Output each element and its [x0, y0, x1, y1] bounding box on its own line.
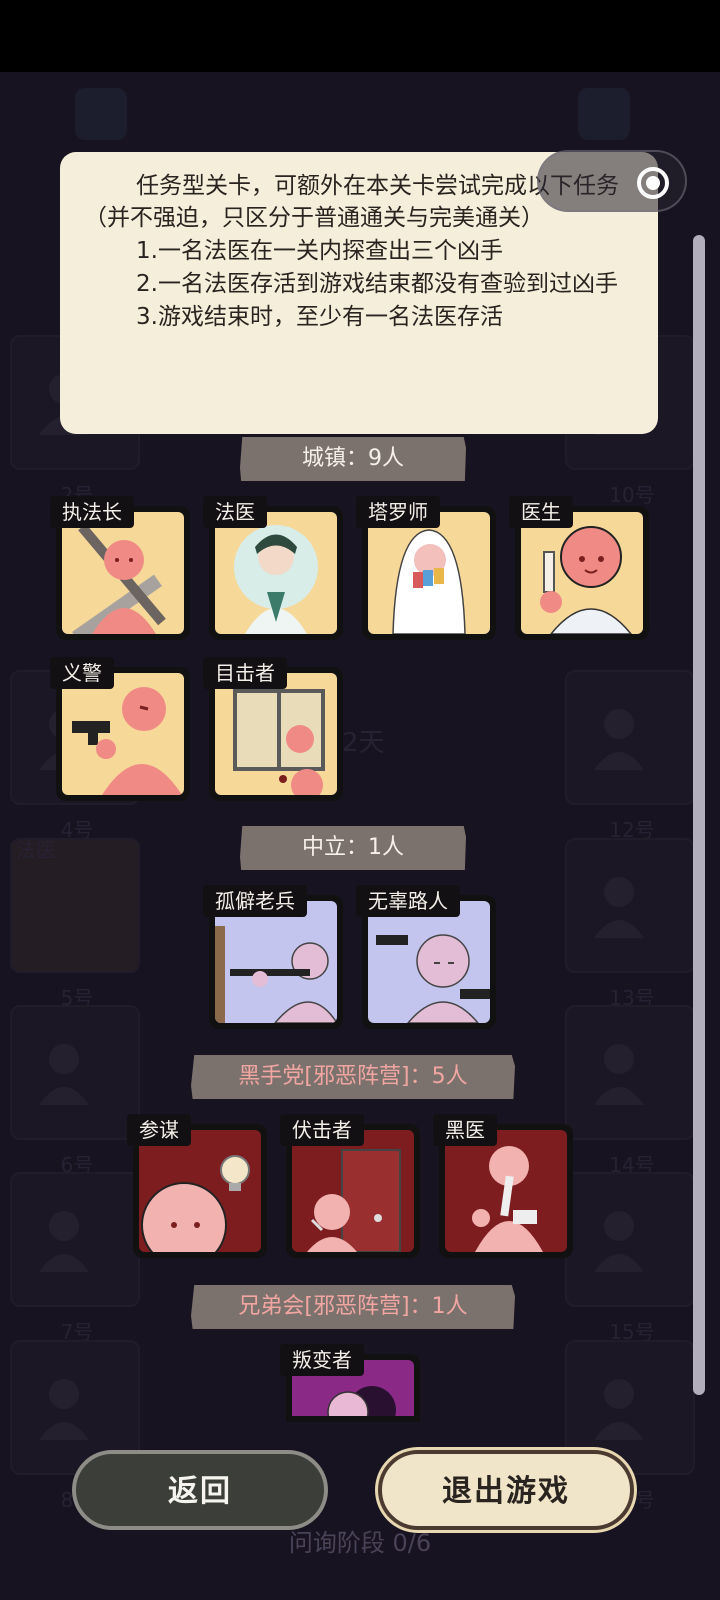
- strategist-portrait: [141, 1155, 250, 1252]
- role-name: 叛变者: [280, 1344, 364, 1376]
- role-card-traitor[interactable]: 叛变者: [280, 1344, 420, 1422]
- role-name: 目击者: [203, 657, 287, 689]
- section-blackhand: 黑手党[邪恶阵营]：5人: [191, 1055, 515, 1099]
- role-name: 孤僻老兵: [203, 885, 307, 917]
- section-brotherhood: 兄弟会[邪恶阵营]：1人: [191, 1285, 515, 1329]
- role-card-ambusher[interactable]: 伏击者: [280, 1114, 420, 1258]
- section-neutral: 中立：1人: [240, 826, 466, 870]
- scrollbar[interactable]: [693, 235, 705, 1395]
- status-bar: [0, 0, 720, 72]
- role-name: 法医: [203, 496, 267, 528]
- role-name: 参谋: [127, 1114, 191, 1146]
- bystander-portrait: [376, 934, 490, 1023]
- role-name: 无辜路人: [356, 885, 460, 917]
- role-card-doctor[interactable]: 医生: [509, 496, 649, 640]
- role-card-enforcer[interactable]: 执法长: [50, 496, 190, 640]
- role-name: 医生: [509, 496, 573, 528]
- phase-status: 问询阶段 0/6: [288, 1529, 432, 1557]
- role-card-coroner[interactable]: 法医: [203, 496, 343, 640]
- enforcer-portrait: [72, 523, 166, 634]
- veteran-portrait: [215, 926, 337, 1023]
- role-card-black-doctor[interactable]: 黑医: [433, 1114, 573, 1258]
- role-card-innocent-bystander[interactable]: 无辜路人: [356, 885, 496, 1029]
- role-card-tarot-reader[interactable]: 塔罗师: [356, 496, 496, 640]
- quit-game-button[interactable]: 退出游戏: [378, 1450, 634, 1530]
- coroner-portrait: [234, 525, 318, 634]
- vigilante-portrait: [72, 687, 182, 795]
- ambusher-portrait: [307, 1149, 401, 1252]
- role-name: 黑医: [433, 1114, 497, 1146]
- role-card-strategist[interactable]: 参谋: [127, 1114, 267, 1258]
- back-button[interactable]: 返回: [72, 1450, 328, 1530]
- mission-task-1: 1.一名法医在一关内探查出三个凶手: [136, 238, 503, 264]
- mission-task-2: 2.一名法医存活到游戏结束都没有查验到过凶手: [136, 271, 618, 297]
- role-name: 义警: [50, 657, 114, 689]
- role-name: 执法长: [50, 496, 134, 528]
- role-name: 伏击者: [280, 1114, 364, 1146]
- toggle-icon[interactable]: [637, 167, 669, 199]
- role-card-witness[interactable]: 目击者: [203, 657, 343, 801]
- section-town: 城镇：9人: [240, 437, 466, 481]
- witness-portrait: [233, 689, 325, 795]
- tarot-portrait: [392, 529, 466, 634]
- role-card-vigilante[interactable]: 义警: [50, 657, 190, 801]
- black-doctor-portrait: [472, 1146, 543, 1252]
- doctor-portrait: [540, 526, 632, 634]
- mission-task-3: 3.游戏结束时，至少有一名法医存活: [136, 304, 503, 330]
- role-card-veteran[interactable]: 孤僻老兵: [203, 885, 343, 1029]
- role-name: 塔罗师: [356, 496, 440, 528]
